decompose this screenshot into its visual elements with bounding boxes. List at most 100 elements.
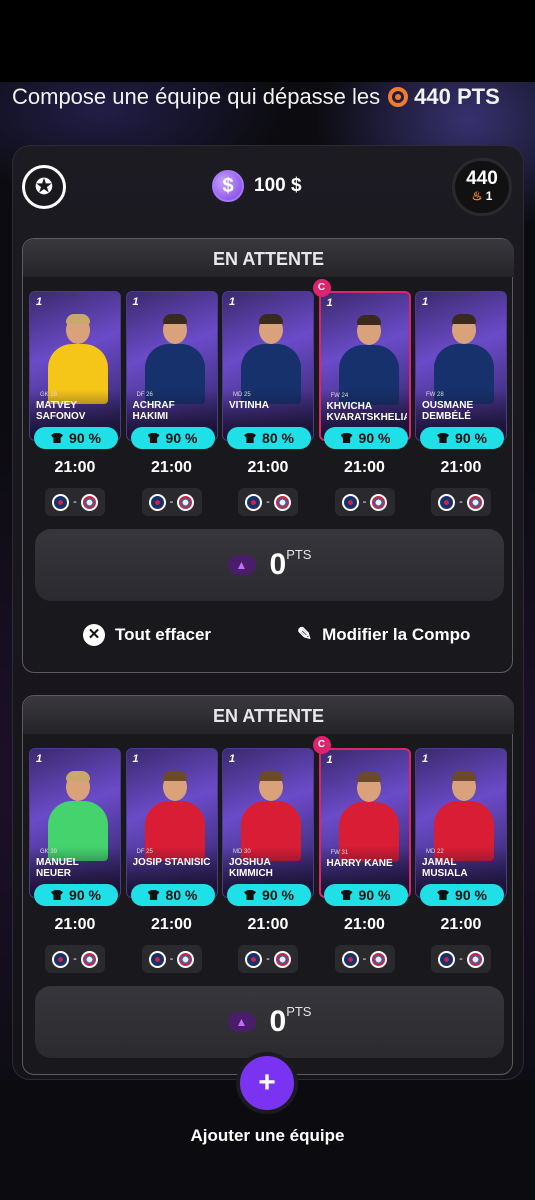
points-unit: PTS [286,547,312,562]
fixture-separator: - [459,953,463,965]
fixture-separator: - [459,496,463,508]
player-card-image: 1 FW 28 OUSMANE DEMBÉLÉ [415,291,507,441]
player-card[interactable]: 1 DF 26 ACHRAF HAKIMI 90 % 21:00 - [125,291,218,531]
player-card-image: 1 FW 24 KHVICHA KVARATSKHELIA [318,291,411,441]
bayern-crest-icon [273,950,291,968]
fixture-separator: - [266,953,270,965]
selection-percentage: 90 % [130,427,215,449]
player-card[interactable]: 1 FW 28 OUSMANE DEMBÉLÉ 90 % 21:00 - [415,291,507,531]
shirt-icon [51,433,64,443]
team-card[interactable]: EN ATTENTE 1 GK 26 MATVEY SAFONOV 90 % 2… [22,238,514,673]
player-card[interactable]: 1 DF 25 JOSIP STANIŠIĆ 80 % 21:00 - [125,748,218,988]
match-fixture: - [431,488,491,516]
team-status: EN ATTENTE [23,696,514,734]
pen-icon: ✎ [297,624,313,644]
fixture-separator: - [73,953,77,965]
percentage-value: 80 % [165,887,198,903]
player-meta: MD 22 [426,849,444,855]
streak-value: 1 [485,189,493,203]
psg-crest-icon [438,950,456,968]
selection-percentage: 90 % [323,427,408,449]
player-portrait [335,311,403,405]
player-meta: FW 31 [330,850,349,856]
player-card[interactable]: C 1 FW 31 HARRY KANE 90 % 21:00 - [312,736,411,988]
player-card-image: 1 GK 26 MATVEY SAFONOV [29,291,121,441]
kickoff-time: 21:00 [344,459,385,476]
player-card-image: 1 FW 31 HARRY KANE [318,748,411,898]
kickoff-time: 21:00 [247,916,289,933]
fixture-separator: - [169,953,174,965]
selection-percentage: 90 % [420,884,504,906]
psg-crest-icon [245,950,263,968]
percentage-value: 90 % [262,887,294,903]
match-fixture: - [334,945,395,973]
target-icon [388,87,409,107]
kickoff-time: 21:00 [54,459,96,476]
player-meta: DF 25 [136,849,153,855]
rank-icon: 1 [422,296,429,308]
player-name: VITINHA [229,400,269,411]
psg-crest-icon [438,493,456,511]
match-fixture: - [431,945,491,973]
player-card[interactable]: 1 GK 26 MATVEY SAFONOV 90 % 21:00 - [29,291,121,531]
clear-all-label: Tout effacer [115,625,212,644]
player-portrait [430,310,498,404]
player-portrait [141,310,209,404]
edit-lineup-button[interactable]: ✎ Modifier la Compo [297,624,470,645]
player-card[interactable]: 1 MD 25 VITINHA 80 % 21:00 - [222,291,314,531]
selection-percentage: 90 % [34,884,118,906]
star-badge-button[interactable]: ✪ [22,165,66,209]
selection-percentage: 90 % [227,884,311,906]
clear-all-button[interactable]: ✕ Tout effacer [83,624,211,646]
kickoff-time: 21:00 [344,916,385,933]
rank-icon: 1 [422,753,429,765]
player-card[interactable]: 1 GK 39 MANUEL NEUER 90 % 21:00 - [29,748,121,988]
budget-display: $ 100 $ [212,168,302,204]
player-name: MANUEL NEUER [36,857,79,879]
player-card-image: 1 DF 26 ACHRAF HAKIMI [125,291,218,441]
player-meta: MD 25 [233,392,251,398]
captain-badge: C [312,736,331,754]
rank-icon: 1 [229,753,236,765]
score-value: 440 [466,168,498,189]
percentage-value: 80 % [262,430,294,446]
rank-icon: 1 [132,753,139,765]
selection-percentage: 80 % [130,884,215,906]
match-fixture: - [141,488,202,516]
bayern-crest-icon [80,950,98,968]
fixture-separator: - [73,496,77,508]
player-card[interactable]: 1 MD 30 JOSHUA KIMMICH 90 % 21:00 - [222,748,314,988]
team-card[interactable]: EN ATTENTE 1 GK 39 MANUEL NEUER 90 % 21:… [22,695,514,1075]
add-team-label: Ajouter une équipe [190,1126,345,1145]
percentage-value: 90 % [165,430,198,446]
player-portrait [335,768,403,862]
rank-icon: 1 [36,296,43,308]
player-name: ACHRAF HAKIMI [132,400,175,422]
kickoff-time: 21:00 [151,916,192,933]
player-card[interactable]: 1 MD 22 JAMAL MUSIALA 90 % 21:00 - [415,748,507,988]
points-value: 0 [269,1005,287,1038]
score-badge: 440 ♨ 1 [452,158,512,216]
player-portrait [44,310,112,404]
player-meta: MD 30 [233,849,251,855]
headline-text: Compose une équipe qui dépasse les [12,84,381,109]
percentage-value: 90 % [455,430,487,446]
shirt-icon [147,433,160,443]
player-row: 1 GK 26 MATVEY SAFONOV 90 % 21:00 - 1 DF… [29,279,511,531]
plus-icon: + [258,1066,276,1099]
add-team-button[interactable]: + [236,1052,298,1114]
edit-lineup-label: Modifier la Compo [322,624,471,644]
percentage-value: 90 % [455,887,487,903]
selection-percentage: 90 % [34,427,118,449]
shirt-icon [51,890,64,900]
arrow-up-icon: ▲ [227,555,256,575]
rank-icon: 1 [326,754,333,766]
selection-percentage: 90 % [420,427,504,449]
shirt-icon [244,890,257,900]
shirt-icon [437,433,450,443]
player-portrait [237,767,305,861]
team-status: EN ATTENTE [23,239,514,277]
player-meta: DF 26 [136,392,153,398]
player-card[interactable]: C 1 FW 24 KHVICHA KVARATSKHELIA 90 % 21:… [312,279,411,531]
rank-icon: 1 [229,296,236,308]
